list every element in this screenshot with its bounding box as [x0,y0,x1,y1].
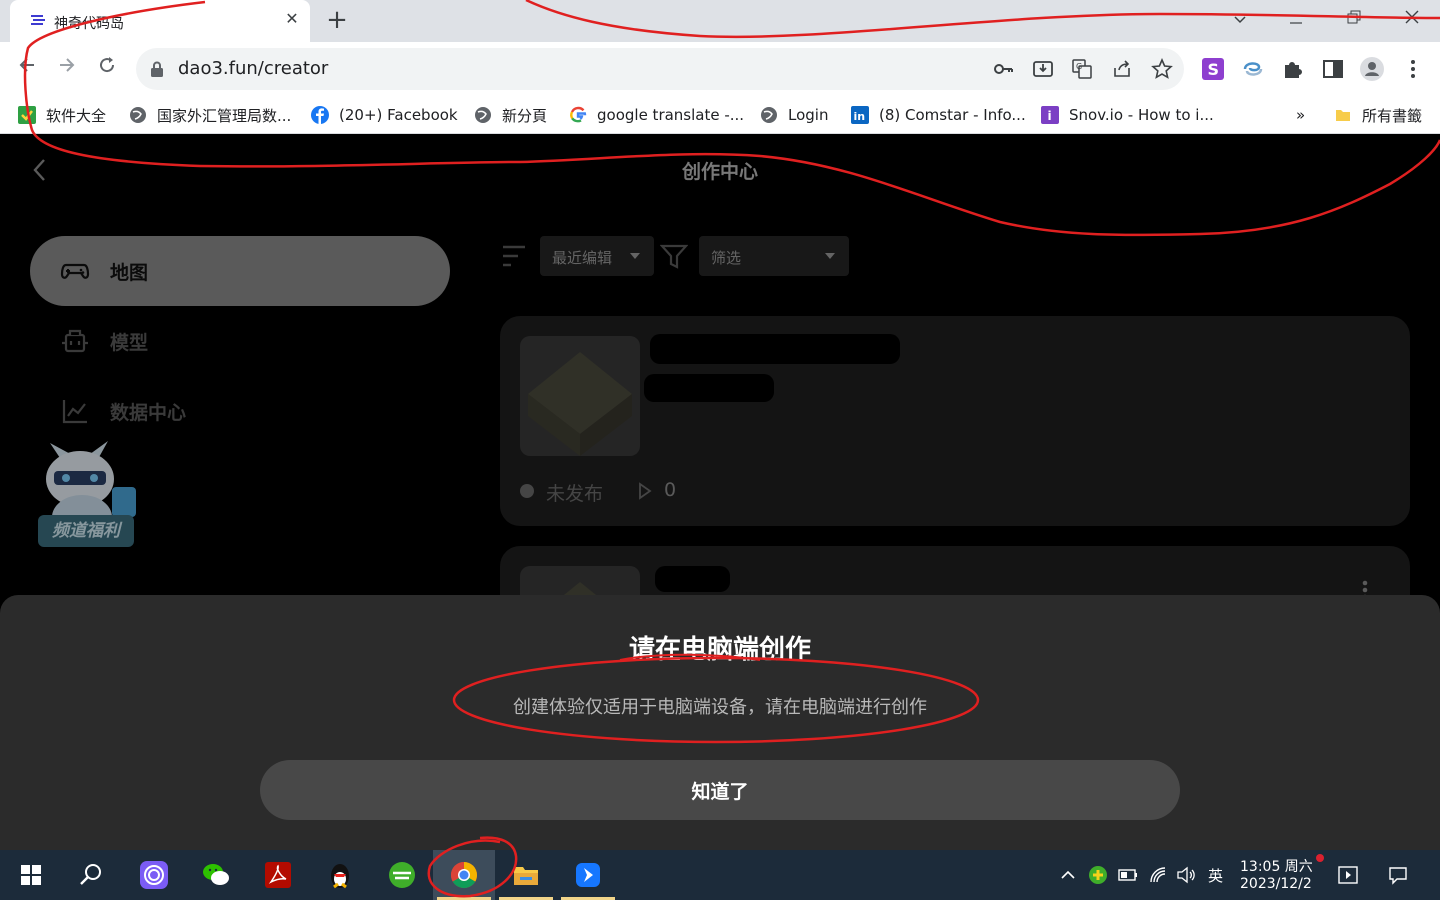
file-explorer-icon [514,867,538,885]
taskbar-app[interactable] [371,850,433,900]
facebook-icon [311,106,329,124]
clock-date[interactable]: 2023/12/2 [1240,876,1312,892]
taskbar-app[interactable] [247,850,309,900]
bookmark-item[interactable]: in (8) Comstar - Info... [851,104,1026,126]
windows-logo-icon [21,865,41,885]
new-tab-button[interactable]: + [322,6,352,36]
notification-center-icon[interactable] [1388,865,1408,885]
blue-app-icon [576,863,600,887]
star-icon[interactable] [1151,58,1173,80]
translate-icon[interactable]: G [1071,58,1093,80]
got-it-button[interactable]: 知道了 [260,760,1180,820]
key-icon[interactable] [992,58,1014,80]
taskbar-app[interactable] [309,850,371,900]
globe-icon [130,107,146,123]
bookmark-item[interactable]: 新分頁 [474,104,547,126]
svg-text:in: in [854,110,866,123]
menu-lines-icon [31,15,45,25]
search-button[interactable] [60,850,122,900]
volume-icon[interactable] [1176,865,1196,885]
globe-icon [475,107,491,123]
snov-icon: i [1041,106,1059,124]
back-button[interactable] [12,54,42,84]
install-app-icon[interactable] [1032,58,1054,80]
green-square-icon [18,106,36,124]
taskbar-app[interactable] [495,850,557,900]
chevron-up-icon[interactable] [1058,865,1078,885]
profile-avatar-icon[interactable] [1359,56,1385,82]
taskbar-app[interactable] [123,850,185,900]
media-play-icon[interactable] [1338,865,1358,885]
qq-penguin-icon [331,864,349,889]
reload-button[interactable] [92,54,122,84]
acrobat-icon [265,862,291,888]
spiral-app-icon [140,861,168,889]
security-plus-icon[interactable] [1088,865,1108,885]
side-panel-icon[interactable] [1320,56,1346,82]
notification-badge [1316,854,1324,862]
bookmark-item[interactable]: i Snov.io - How to i... [1041,104,1214,126]
chrome-icon [450,861,478,889]
lock-icon [151,61,163,77]
folder-icon [1336,110,1350,121]
browser-tab[interactable]: 神奇代码岛 ✕ [10,0,310,42]
sheet-title: 请在电脑端创作 [628,635,811,665]
bookmarks-overflow-button[interactable]: » [1296,104,1305,126]
share-icon[interactable] [1111,58,1133,80]
linkedin-icon: in [851,106,869,124]
ime-indicator[interactable]: 英 [1208,865,1223,886]
browser-toolbar: dao3.fun/creator G S [0,42,1440,96]
wechat-icon [203,864,229,885]
bookmark-item[interactable]: 国家外汇管理局数... [129,104,291,126]
search-icon [80,864,101,885]
bookmark-item[interactable]: (20+) Facebook [311,104,458,126]
bookmark-item[interactable]: google translate -... [569,104,744,126]
green-browser-icon [389,862,415,888]
battery-icon[interactable] [1118,865,1138,885]
bookmarks-bar: 软件大全 国家外汇管理局数... (20+) Facebook 新分頁 goog… [0,96,1440,134]
svg-text:S: S [1208,60,1220,79]
close-window-button[interactable] [1394,6,1430,32]
tab-strip: 神奇代码岛 ✕ + [0,0,1440,42]
tab-search-chevron-icon[interactable] [1222,6,1258,32]
address-bar[interactable]: dao3.fun/creator G [136,48,1184,90]
forward-button[interactable] [52,54,82,84]
windows-taskbar: 英 13:05 周六 2023/12/2 [0,850,1440,900]
google-icon [570,106,587,123]
clock-time[interactable]: 13:05 周六 [1240,856,1313,876]
puzzle-icon[interactable] [1280,56,1306,82]
svg-text:G: G [1076,62,1082,71]
url-text[interactable]: dao3.fun/creator [178,58,328,79]
kebab-menu-icon[interactable] [1400,56,1426,82]
taskbar-app-chrome[interactable] [433,850,495,900]
globe-icon [761,107,777,123]
svg-text:i: i [1048,109,1052,123]
bookmark-item[interactable]: Login [760,104,828,126]
taskbar-app[interactable] [557,850,619,900]
all-bookmarks-folder[interactable]: 所有書籤 [1334,104,1422,126]
restore-button[interactable] [1336,6,1372,32]
wifi-icon[interactable] [1148,865,1168,885]
tab-title: 神奇代码岛 [54,16,124,32]
s-extension-icon[interactable]: S [1200,56,1226,82]
sheet-message: 创建体验仅适用于电脑端设备，请在电脑端进行创作 [513,697,927,718]
minimize-button[interactable] [1278,6,1314,32]
start-button[interactable] [0,850,62,900]
tab-close-button[interactable]: ✕ [282,9,302,29]
swirl-extension-icon[interactable] [1240,56,1266,82]
taskbar-app[interactable] [185,850,247,900]
bookmark-item[interactable]: 软件大全 [18,104,106,126]
desktop-only-sheet: 请在电脑端创作 创建体验仅适用于电脑端设备，请在电脑端进行创作 知道了 [0,595,1440,850]
